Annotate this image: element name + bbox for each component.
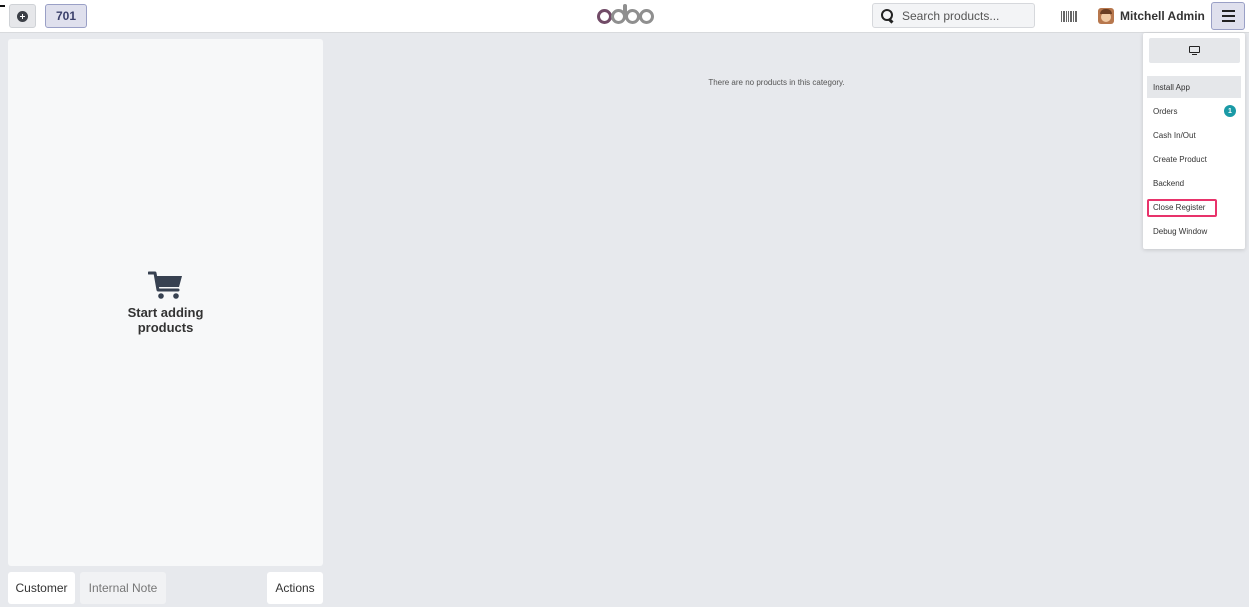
new-order-button[interactable]	[9, 4, 36, 28]
empty-text-line2: products	[137, 320, 194, 335]
corner-mark	[0, 5, 5, 7]
no-products-message: There are no products in this category.	[708, 78, 845, 87]
navbar-dropdown-menu: Install App Orders 1 Cash In/Out Create …	[1143, 33, 1245, 249]
customer-button[interactable]: Customer	[8, 572, 75, 604]
customer-display-button[interactable]	[1149, 38, 1240, 63]
orders-count-badge: 1	[1224, 105, 1236, 117]
menu-item-install-app[interactable]: Install App	[1147, 76, 1241, 98]
avatar	[1098, 8, 1114, 24]
barcode-button[interactable]	[1058, 8, 1080, 24]
menu-item-debug-window[interactable]: Debug Window	[1147, 220, 1241, 242]
user-name: Mitchell Admin	[1120, 9, 1205, 23]
empty-text-line1: Start adding	[127, 305, 204, 320]
monitor-icon	[1189, 45, 1200, 56]
order-panel: Start adding products	[8, 39, 323, 566]
current-order-button[interactable]: 701	[45, 4, 87, 28]
plus-circle-icon	[17, 10, 28, 22]
product-search-box[interactable]	[872, 3, 1035, 28]
odoo-logo	[597, 1, 654, 31]
search-icon	[881, 8, 895, 23]
empty-cart-message: Start adding products	[8, 271, 323, 335]
menu-item-cash-in-out[interactable]: Cash In/Out	[1147, 124, 1241, 146]
search-input[interactable]	[902, 8, 1022, 23]
menu-item-label: Orders	[1153, 106, 1178, 116]
menu-item-orders[interactable]: Orders 1	[1147, 100, 1241, 122]
actions-button[interactable]: Actions	[267, 572, 323, 604]
close-register-highlight	[1147, 199, 1217, 217]
hamburger-icon	[1221, 10, 1235, 12]
menu-item-create-product[interactable]: Create Product	[1147, 148, 1241, 170]
hamburger-menu-button[interactable]	[1211, 2, 1245, 30]
top-navbar: 701 Mitchell Admin	[0, 0, 1249, 33]
menu-item-backend[interactable]: Backend	[1147, 172, 1241, 194]
internal-note-button[interactable]: Internal Note	[80, 572, 166, 604]
user-menu[interactable]: Mitchell Admin	[1098, 4, 1205, 28]
shopping-cart-icon	[147, 271, 182, 299]
